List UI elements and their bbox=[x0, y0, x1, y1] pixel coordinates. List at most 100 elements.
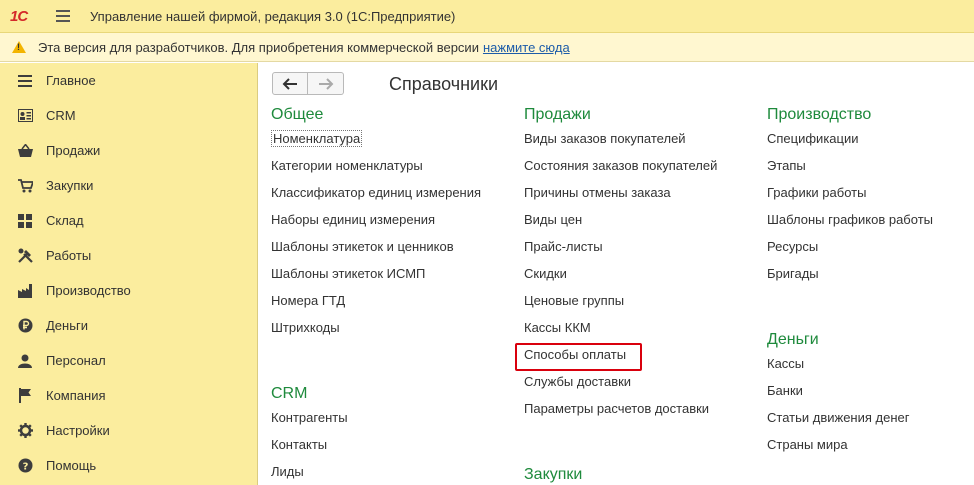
link-stages[interactable]: Этапы bbox=[767, 152, 967, 179]
page-title: Справочники bbox=[389, 74, 499, 94]
section-production: Производство Спецификации Этапы Графики … bbox=[767, 105, 967, 287]
cart-icon bbox=[17, 178, 33, 194]
sidebar-item-label: Компания bbox=[46, 388, 106, 403]
link-price-groups[interactable]: Ценовые группы bbox=[524, 287, 754, 314]
developer-banner-text: Эта версия для разработчиков. Для приобр… bbox=[38, 40, 570, 55]
section-title-purchases: Закупки bbox=[524, 466, 583, 483]
section-title-production: Производство bbox=[767, 106, 872, 123]
link-cash-flow-items[interactable]: Статьи движения денег bbox=[767, 404, 967, 431]
sidebar-item-label: Производство bbox=[46, 283, 131, 298]
navigation-buttons bbox=[272, 72, 344, 95]
title-bar: 1С Управление нашей фирмой, редакция 3.0… bbox=[0, 0, 974, 33]
link-contacts[interactable]: Контакты bbox=[271, 431, 511, 458]
link-specifications[interactable]: Спецификации bbox=[767, 125, 967, 152]
link-counterparties[interactable]: Контрагенты bbox=[271, 404, 511, 431]
link-label: Номенклатура bbox=[271, 130, 363, 147]
sidebar-item-help[interactable]: ? Помощь bbox=[0, 448, 257, 483]
link-gtd-numbers[interactable]: Номера ГТД bbox=[271, 287, 511, 314]
flag-icon bbox=[17, 388, 33, 404]
help-icon: ? bbox=[17, 458, 33, 474]
svg-text:?: ? bbox=[22, 462, 28, 473]
section-title-money: Деньги bbox=[767, 331, 819, 348]
buy-commercial-link[interactable]: нажмите сюда bbox=[483, 40, 570, 55]
developer-banner: Эта версия для разработчиков. Для приобр… bbox=[0, 33, 974, 62]
sidebar-item-warehouse[interactable]: Склад bbox=[0, 203, 257, 238]
hamburger-icon-line bbox=[56, 15, 70, 17]
sidebar-item-label: Работы bbox=[46, 248, 92, 263]
link-payment-methods[interactable]: Способы оплаты bbox=[515, 341, 754, 371]
link-schedule-templates[interactable]: Шаблоны графиков работы bbox=[767, 206, 967, 233]
app-title: Управление нашей фирмой, редакция 3.0 (1… bbox=[90, 8, 456, 24]
link-nomenclature[interactable]: Номенклатура bbox=[271, 125, 511, 152]
tools-icon bbox=[17, 248, 33, 264]
warning-icon bbox=[12, 41, 26, 53]
link-customer-order-states[interactable]: Состояния заказов покупателей bbox=[524, 152, 754, 179]
link-price-types[interactable]: Виды цен bbox=[524, 206, 754, 233]
link-resources[interactable]: Ресурсы bbox=[767, 233, 967, 260]
section-purchases: Закупки bbox=[524, 465, 754, 485]
sidebar-item-label: Настройки bbox=[46, 423, 110, 438]
link-unit-sets[interactable]: Наборы единиц измерения bbox=[271, 206, 511, 233]
contact-card-icon bbox=[17, 108, 33, 124]
section-money: Деньги Кассы Банки Статьи движения денег… bbox=[767, 330, 967, 458]
link-delivery-services[interactable]: Службы доставки bbox=[524, 368, 754, 395]
section-general: Общее Номенклатура Категории номенклатур… bbox=[271, 105, 511, 341]
link-units-classifier[interactable]: Классификатор единиц измерения bbox=[271, 179, 511, 206]
sidebar-item-label: Помощь bbox=[46, 458, 97, 473]
link-banks[interactable]: Банки bbox=[767, 377, 967, 404]
sidebar-item-personnel[interactable]: Персонал bbox=[0, 343, 257, 378]
gear-icon bbox=[17, 423, 33, 439]
link-ismp-label-templates[interactable]: Шаблоны этикеток ИСМП bbox=[271, 260, 511, 287]
sidebar-item-label: Главное bbox=[46, 73, 96, 88]
arrow-right-icon bbox=[318, 77, 333, 90]
link-order-cancel-reasons[interactable]: Причины отмены заказа bbox=[524, 179, 754, 206]
link-nomenclature-categories[interactable]: Категории номенклатуры bbox=[271, 152, 511, 179]
sidebar-item-purchases[interactable]: Закупки bbox=[0, 168, 257, 203]
catalogs-panel: Справочники Общее Номенклатура Категории… bbox=[259, 63, 974, 485]
developer-banner-message: Эта версия для разработчиков. Для приобр… bbox=[38, 39, 479, 55]
shopping-basket-icon bbox=[17, 143, 33, 159]
back-button[interactable] bbox=[272, 72, 308, 95]
section-crm: CRM Контрагенты Контакты Лиды bbox=[271, 384, 511, 485]
warehouse-grid-icon bbox=[17, 213, 33, 229]
person-icon bbox=[17, 353, 33, 369]
sidebar-item-works[interactable]: Работы bbox=[0, 238, 257, 273]
link-work-schedules[interactable]: Графики работы bbox=[767, 179, 967, 206]
arrow-left-icon bbox=[282, 77, 297, 90]
sidebar-item-label: Склад bbox=[46, 213, 84, 228]
link-countries[interactable]: Страны мира bbox=[767, 431, 967, 458]
sidebar-item-label: Деньги bbox=[46, 318, 88, 333]
link-delivery-settings[interactable]: Параметры расчетов доставки bbox=[524, 395, 754, 422]
section-title-sales: Продажи bbox=[524, 106, 591, 123]
sidebar-item-production[interactable]: Производство bbox=[0, 273, 257, 308]
sidebar-item-main[interactable]: Главное bbox=[0, 63, 257, 98]
link-label-templates[interactable]: Шаблоны этикеток и ценников bbox=[271, 233, 511, 260]
sidebar-item-settings[interactable]: Настройки bbox=[0, 413, 257, 448]
sidebar-item-money[interactable]: Деньги bbox=[0, 308, 257, 343]
menu-list-icon bbox=[17, 73, 33, 89]
sidebar-item-label: Персонал bbox=[46, 353, 106, 368]
app-logo: 1С bbox=[10, 7, 28, 25]
link-discounts[interactable]: Скидки bbox=[524, 260, 754, 287]
sidebar-item-sales[interactable]: Продажи bbox=[0, 133, 257, 168]
section-sales: Продажи Виды заказов покупателей Состоян… bbox=[515, 105, 754, 422]
link-leads[interactable]: Лиды bbox=[271, 458, 511, 485]
sidebar-item-company[interactable]: Компания bbox=[0, 378, 257, 413]
hamburger-icon bbox=[56, 10, 70, 12]
link-brigades[interactable]: Бригады bbox=[767, 260, 967, 287]
sidebar-item-label: CRM bbox=[46, 108, 76, 123]
hamburger-icon-line bbox=[56, 20, 70, 22]
forward-button[interactable] bbox=[308, 72, 344, 95]
ruble-coin-icon bbox=[17, 318, 33, 334]
sidebar-item-crm[interactable]: CRM bbox=[0, 98, 257, 133]
main-menu-button[interactable] bbox=[56, 10, 70, 22]
link-barcodes[interactable]: Штрихкоды bbox=[271, 314, 511, 341]
sidebar-item-label: Закупки bbox=[46, 178, 94, 193]
link-price-lists[interactable]: Прайс-листы bbox=[524, 233, 754, 260]
link-cash-registers[interactable]: Кассы ККМ bbox=[524, 314, 754, 341]
section-title-general: Общее bbox=[271, 106, 324, 123]
link-customer-order-types[interactable]: Виды заказов покупателей bbox=[524, 125, 754, 152]
link-cash-desks[interactable]: Кассы bbox=[767, 350, 967, 377]
sidebar-item-label: Продажи bbox=[46, 143, 101, 158]
sections-sidebar: Главное CRM Продажи Закупки Склад Работы bbox=[0, 63, 258, 485]
